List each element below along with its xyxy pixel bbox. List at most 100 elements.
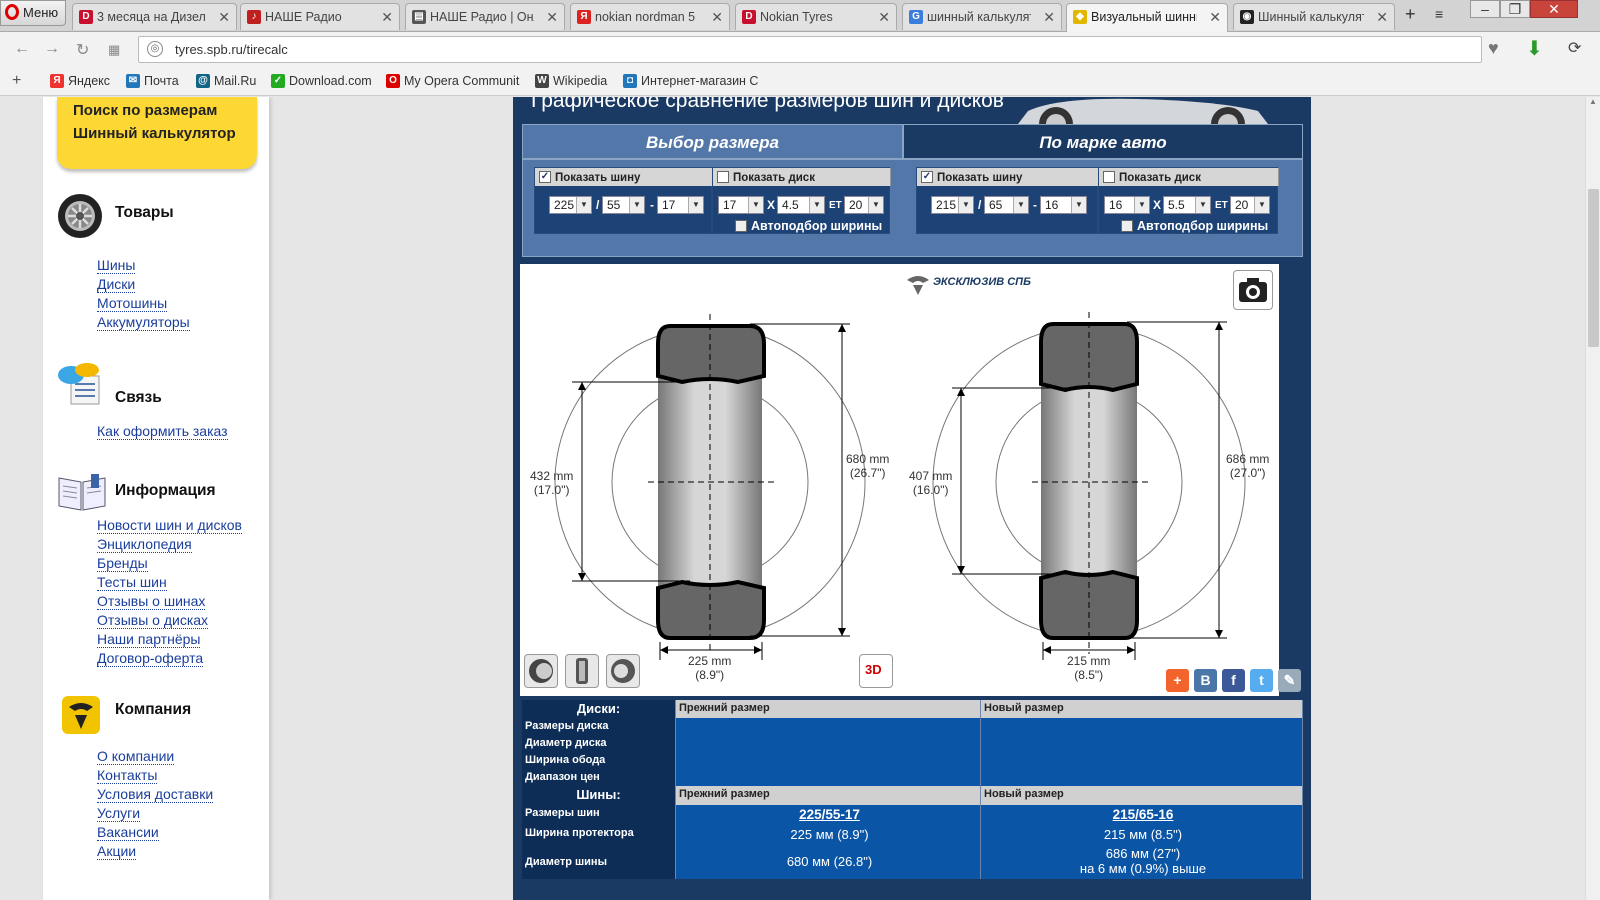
- share-facebook-button[interactable]: f: [1222, 669, 1245, 692]
- tab-1[interactable]: ♪ НАШЕ Радио ✕: [240, 3, 400, 30]
- scroll-up-icon[interactable]: ▲: [1589, 97, 1597, 106]
- tab-0[interactable]: D 3 месяца на Дизельн ✕: [72, 3, 237, 30]
- bookmark-item[interactable]: @ Mail.Ru: [196, 74, 256, 88]
- sidebar-link-offer-contract[interactable]: Договор-оферта: [97, 650, 204, 667]
- right-show-disk-checkbox[interactable]: [1103, 171, 1115, 183]
- opera-menu-button[interactable]: Меню: [0, 0, 66, 26]
- view-angle-button[interactable]: [606, 654, 640, 688]
- row-label: Диаметр шины: [522, 845, 676, 879]
- page-scrollbar[interactable]: ▲: [1585, 97, 1600, 900]
- speed-dial-icon[interactable]: ▦: [108, 42, 120, 58]
- sidebar-link-brands[interactable]: Бренды: [97, 555, 148, 572]
- right-disk-diameter-select[interactable]: 16 ▼: [1104, 196, 1150, 214]
- left-disk-width-select[interactable]: 4.5 ▼: [777, 196, 825, 214]
- right-tire-rim-select[interactable]: 16 ▼: [1040, 196, 1087, 214]
- bookmark-item[interactable]: ✉ Почта: [126, 74, 179, 88]
- sidebar-link-about[interactable]: О компании: [97, 748, 175, 765]
- close-tab-icon[interactable]: ✕: [1376, 9, 1388, 26]
- bookmark-item[interactable]: Я Яндекс: [50, 74, 110, 88]
- left-disk-diameter-select[interactable]: 17 ▼: [718, 196, 764, 214]
- close-tab-icon[interactable]: ✕: [711, 9, 723, 26]
- close-window-button[interactable]: ✕: [1530, 0, 1578, 18]
- share-vk-button[interactable]: В: [1194, 669, 1217, 692]
- sidebar-link-how-to-order[interactable]: Как оформить заказ: [97, 423, 228, 440]
- left-tire-profile-select[interactable]: 55 ▼: [602, 196, 645, 214]
- left-tire-rim-select[interactable]: 17 ▼: [657, 196, 704, 214]
- sidebar-link-promotions[interactable]: Акции: [97, 843, 137, 860]
- share-plus-button[interactable]: +: [1166, 669, 1189, 692]
- bookmark-item[interactable]: O My Opera Communit: [386, 74, 519, 88]
- right-disk-et-select[interactable]: 20 ▼: [1230, 196, 1270, 214]
- new-tire-size-link[interactable]: 215/65-16: [981, 805, 1303, 825]
- tab-3[interactable]: Яnokian nordman 5 21 ✕: [570, 3, 730, 30]
- back-icon[interactable]: ←: [14, 40, 30, 58]
- old-tire-size-link[interactable]: 225/55-17: [676, 805, 981, 825]
- sidebar-link-disks[interactable]: Диски: [97, 276, 136, 293]
- bookmark-item[interactable]: ✓ Download.com: [271, 74, 372, 88]
- forward-icon[interactable]: →: [44, 40, 60, 58]
- add-bookmark-icon[interactable]: +: [12, 72, 21, 90]
- tab-2[interactable]: ▤ НАШЕ Радио | Онлай ✕: [405, 3, 565, 30]
- right-show-tire-checkbox[interactable]: ✓: [921, 171, 933, 183]
- view-side-button[interactable]: [524, 654, 558, 688]
- left-auto-width-checkbox[interactable]: [735, 220, 747, 232]
- right-disk-width-select[interactable]: 5.5 ▼: [1163, 196, 1211, 214]
- sidebar-link-tires[interactable]: Шины: [97, 257, 136, 274]
- close-tab-icon[interactable]: ✕: [218, 9, 230, 26]
- snapshot-button[interactable]: [1233, 270, 1273, 310]
- minimize-button[interactable]: –: [1470, 0, 1500, 18]
- sidebar-link-partners[interactable]: Наши партнёры: [97, 631, 201, 648]
- reload-icon[interactable]: ↻: [76, 40, 89, 60]
- bookmark-item[interactable]: W Wikipedia: [535, 74, 607, 88]
- close-tab-icon[interactable]: ✕: [1209, 9, 1221, 26]
- scrollbar-thumb[interactable]: [1588, 189, 1599, 347]
- share-livejournal-button[interactable]: ✎: [1278, 669, 1301, 692]
- bookmark-heart-icon[interactable]: ♥: [1488, 38, 1499, 59]
- sidebar-link-services[interactable]: Услуги: [97, 805, 141, 822]
- share-twitter-button[interactable]: t: [1250, 669, 1273, 692]
- left-tire-width-select[interactable]: 225 ▼: [549, 196, 592, 214]
- sidebar-link-encyclopedia[interactable]: Энциклопедия: [97, 536, 192, 553]
- search-promo-box[interactable]: Поиск по размерам Шинный калькулятор: [57, 97, 257, 169]
- close-tab-icon[interactable]: ✕: [381, 9, 393, 26]
- url-input[interactable]: ◎ tyres.spb.ru/tirecalc: [138, 36, 1482, 63]
- sidebar-link-tire-reviews[interactable]: Отзывы о шинах: [97, 593, 206, 610]
- sidebar-link-contacts[interactable]: Контакты: [97, 767, 158, 784]
- tab-menu-icon[interactable]: ≡: [1435, 6, 1443, 24]
- right-tire-profile-select[interactable]: 65 ▼: [984, 196, 1029, 214]
- sidebar-link-disk-reviews[interactable]: Отзывы о дисках: [97, 612, 209, 629]
- sidebar-link-batteries[interactable]: Аккумуляторы: [97, 314, 190, 331]
- view-front-button[interactable]: [565, 654, 599, 688]
- close-tab-icon[interactable]: ✕: [1043, 9, 1055, 26]
- right-auto-width-checkbox[interactable]: [1121, 220, 1133, 232]
- left-show-tire-checkbox[interactable]: ✓: [539, 171, 551, 183]
- disks-new-header: Новый размер: [981, 700, 1303, 718]
- new-tab-icon[interactable]: +: [1405, 5, 1416, 24]
- left-show-disk-checkbox[interactable]: [717, 171, 729, 183]
- bookmark-label: Интернет-магазин С: [641, 74, 759, 88]
- bookmark-item[interactable]: ◘ Интернет-магазин С: [623, 74, 758, 88]
- right-tire-width-select[interactable]: 215 ▼: [931, 196, 974, 214]
- tab-5[interactable]: Gшинный калькулятор ✕: [902, 3, 1062, 30]
- maximize-button[interactable]: ❐: [1500, 0, 1530, 18]
- sidebar-link-tire-tests[interactable]: Тесты шин: [97, 574, 167, 591]
- update-icon[interactable]: ⟳: [1568, 38, 1581, 58]
- view-3d-button[interactable]: 3D: [859, 654, 893, 688]
- download-icon[interactable]: ⬇: [1526, 36, 1543, 61]
- right-auto-width-option[interactable]: Автоподбор ширины: [1121, 219, 1268, 233]
- sidebar-link-moto-tires[interactable]: Мотошины: [97, 295, 168, 312]
- sidebar-link-delivery[interactable]: Условия доставки: [97, 786, 214, 803]
- tab-6[interactable]: ◆ Визуальный шинный ✕: [1066, 3, 1228, 32]
- sidebar-link-vacancies[interactable]: Вакансии: [97, 824, 159, 841]
- promo-search-by-size[interactable]: Поиск по размерам: [73, 99, 257, 122]
- tab-select-size[interactable]: Выбор размера: [522, 124, 903, 159]
- tab-7[interactable]: ◉ Шинный калькулятор ✕: [1233, 3, 1395, 30]
- close-tab-icon[interactable]: ✕: [546, 9, 558, 26]
- sidebar-link-news[interactable]: Новости шин и дисков: [97, 517, 242, 534]
- left-auto-width-option[interactable]: Автоподбор ширины: [735, 219, 882, 233]
- tab-4[interactable]: D Nokian Tyres ✕: [735, 3, 897, 30]
- left-disk-et-select[interactable]: 20 ▼: [844, 196, 884, 214]
- promo-tire-calculator[interactable]: Шинный калькулятор: [73, 122, 257, 145]
- close-tab-icon[interactable]: ✕: [878, 9, 890, 26]
- tab-by-car-brand[interactable]: По марке авто: [903, 124, 1303, 159]
